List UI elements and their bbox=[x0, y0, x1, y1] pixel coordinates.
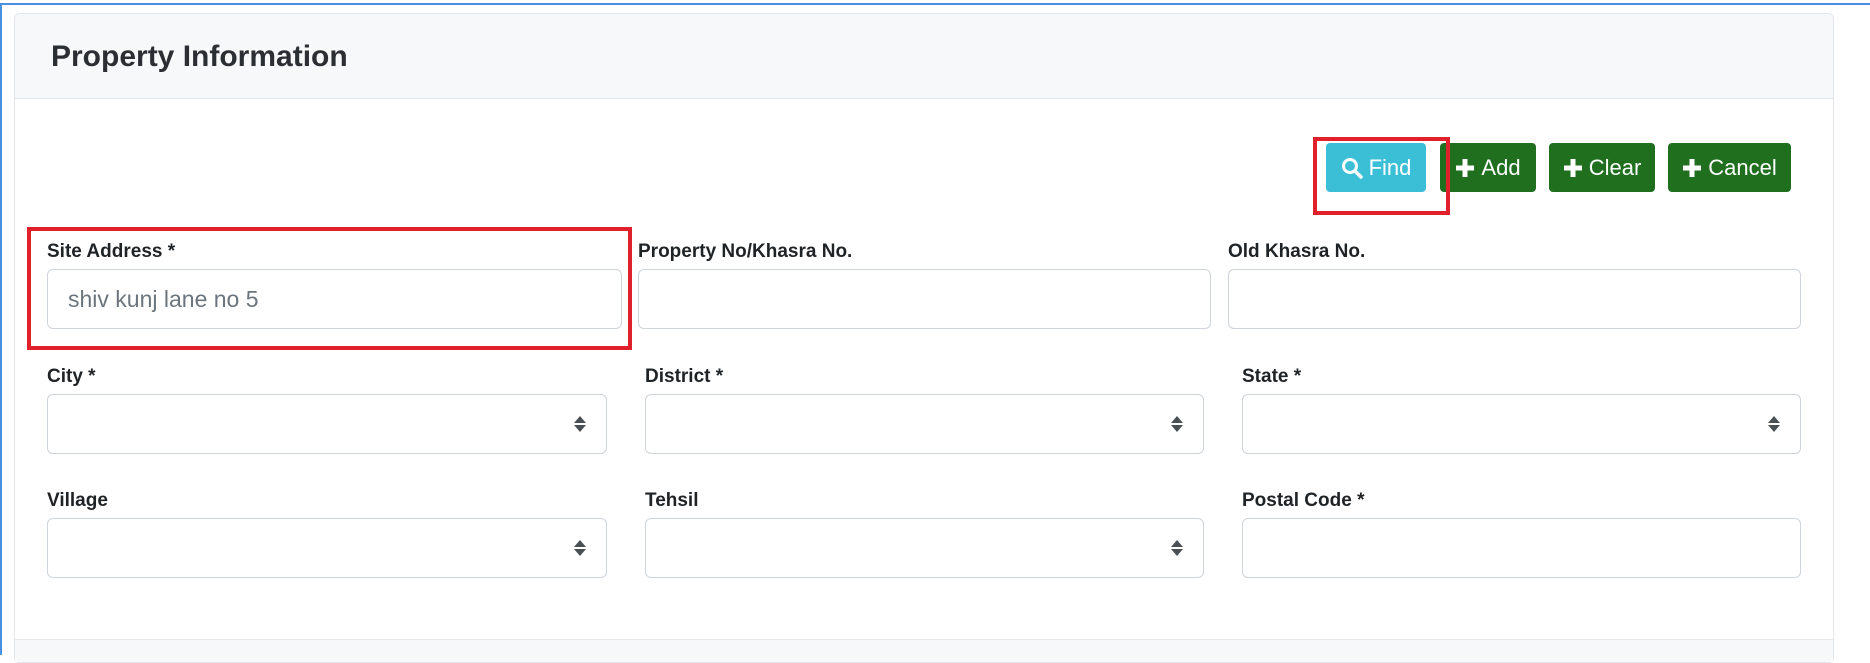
tehsil-select[interactable] bbox=[645, 518, 1204, 578]
sort-arrows-icon bbox=[1171, 519, 1183, 577]
cancel-button[interactable]: Cancel bbox=[1668, 143, 1791, 192]
card-header: Property Information bbox=[15, 14, 1833, 99]
site-address-label: Site Address * bbox=[47, 241, 176, 262]
plus-icon bbox=[1682, 158, 1702, 178]
village-label: Village bbox=[47, 490, 108, 511]
old-khasra-label: Old Khasra No. bbox=[1228, 241, 1366, 262]
window-top-border bbox=[0, 0, 1870, 5]
plus-icon bbox=[1563, 158, 1583, 178]
sort-arrows-icon bbox=[1171, 395, 1183, 453]
find-button-label: Find bbox=[1368, 154, 1412, 180]
site-address-input[interactable] bbox=[47, 269, 622, 329]
search-icon bbox=[1341, 157, 1363, 179]
state-select[interactable] bbox=[1242, 394, 1801, 454]
clear-button-label: Clear bbox=[1588, 154, 1642, 180]
find-button[interactable]: Find bbox=[1326, 143, 1426, 192]
postal-code-input[interactable] bbox=[1242, 518, 1801, 578]
district-label: District * bbox=[645, 366, 724, 387]
property-no-label: Property No/Khasra No. bbox=[638, 241, 853, 262]
tehsil-label: Tehsil bbox=[645, 490, 699, 511]
plus-icon bbox=[1455, 158, 1475, 178]
state-label: State * bbox=[1242, 366, 1302, 387]
old-khasra-input[interactable] bbox=[1228, 269, 1801, 329]
add-button-label: Add bbox=[1481, 154, 1521, 180]
city-select[interactable] bbox=[47, 394, 607, 454]
district-select[interactable] bbox=[645, 394, 1204, 454]
cancel-button-label: Cancel bbox=[1708, 154, 1777, 180]
card-footer bbox=[15, 640, 1833, 662]
page-title: Property Information bbox=[51, 40, 348, 73]
clear-button[interactable]: Clear bbox=[1549, 143, 1655, 192]
city-label: City * bbox=[47, 366, 96, 387]
add-button[interactable]: Add bbox=[1440, 143, 1536, 192]
sort-arrows-icon bbox=[574, 519, 586, 577]
property-no-input[interactable] bbox=[638, 269, 1211, 329]
window-left-border bbox=[0, 5, 2, 655]
village-select[interactable] bbox=[47, 518, 607, 578]
sort-arrows-icon bbox=[1768, 395, 1780, 453]
postal-code-label: Postal Code * bbox=[1242, 490, 1365, 511]
sort-arrows-icon bbox=[574, 395, 586, 453]
